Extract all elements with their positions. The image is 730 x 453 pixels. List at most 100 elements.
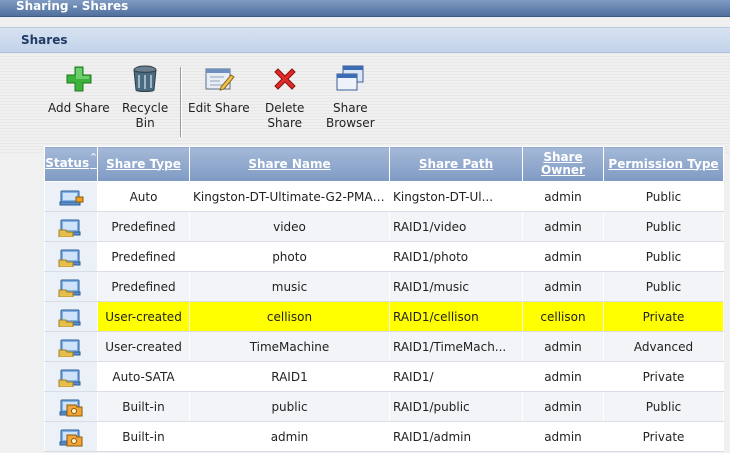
share-type-cell: Predefined bbox=[97, 271, 190, 302]
share-owner-cell: admin bbox=[522, 241, 604, 272]
permission-type-cell: Private bbox=[603, 301, 724, 332]
table-row[interactable]: Built-in public RAID1/public admin Public bbox=[44, 391, 724, 422]
share-browser-icon bbox=[336, 65, 364, 91]
table-row[interactable]: User-created TimeMachine RAID1/TimeMach...… bbox=[44, 331, 724, 362]
table-row[interactable]: Auto-SATA RAID1 RAID1/admin Private bbox=[44, 361, 724, 392]
share-owner-cell: admin bbox=[522, 421, 604, 452]
share-name-cell: Kingston-DT-Ultimate-G2-PMAP1 bbox=[189, 181, 390, 212]
share-path-cell: RAID1/video bbox=[389, 211, 523, 242]
share-type-cell: Built-in bbox=[97, 421, 190, 452]
share-type-cell: User-created bbox=[97, 301, 190, 332]
status-cell[interactable] bbox=[44, 421, 98, 452]
status-cell[interactable] bbox=[44, 241, 98, 272]
usb-share-icon bbox=[58, 187, 84, 207]
toolbar: Add Share Recycle Bin Edit Share Delete … bbox=[0, 53, 730, 153]
add-icon bbox=[66, 66, 92, 92]
share-type-cell: Predefined bbox=[97, 241, 190, 272]
share-browser-label-line2: Browser bbox=[326, 116, 375, 130]
status-cell[interactable] bbox=[44, 391, 98, 422]
permission-type-cell: Public bbox=[603, 271, 724, 302]
share-owner-cell: cellison bbox=[522, 301, 604, 332]
shares-table: Status^ Share Type Share Name Share Path… bbox=[44, 146, 724, 452]
recycle-bin-button[interactable]: Recycle Bin bbox=[122, 63, 168, 131]
section-title: Shares bbox=[0, 27, 730, 53]
folder-share-icon bbox=[58, 217, 84, 237]
edit-share-label: Edit Share bbox=[188, 101, 250, 115]
window-title: Sharing - Shares bbox=[0, 0, 730, 17]
share-type-cell: User-created bbox=[97, 331, 190, 362]
table-row[interactable]: Predefined photo RAID1/photo admin Public bbox=[44, 241, 724, 272]
sort-asc-icon: ^ bbox=[90, 152, 97, 161]
share-type-cell: Auto-SATA bbox=[97, 361, 190, 392]
share-name-cell: RAID1 bbox=[189, 361, 390, 392]
share-owner-cell: admin bbox=[522, 331, 604, 362]
permission-type-cell: Advanced bbox=[603, 331, 724, 362]
add-share-button[interactable]: Add Share bbox=[48, 63, 110, 116]
table-row[interactable]: Auto Kingston-DT-Ultimate-G2-PMAP1 Kingsto… bbox=[44, 181, 724, 212]
column-header-permission-type[interactable]: Permission Type bbox=[603, 146, 724, 182]
recycle-bin-label-line2: Bin bbox=[135, 116, 155, 130]
permission-type-cell: Public bbox=[603, 181, 724, 212]
permission-type-cell: Public bbox=[603, 211, 724, 242]
column-header-share-path[interactable]: Share Path bbox=[389, 146, 523, 182]
share-owner-cell: admin bbox=[522, 271, 604, 302]
delete-icon bbox=[274, 68, 296, 90]
status-cell[interactable] bbox=[44, 361, 98, 392]
edit-icon bbox=[205, 68, 235, 91]
share-path-cell: RAID1/cellison bbox=[389, 301, 523, 332]
column-header-share-owner[interactable]: Share Owner bbox=[522, 146, 604, 182]
add-share-label: Add Share bbox=[48, 101, 110, 115]
folder-share-icon bbox=[58, 367, 84, 387]
share-name-cell: photo bbox=[189, 241, 390, 272]
delete-share-button[interactable]: Delete Share bbox=[265, 63, 304, 131]
builtin-share-icon bbox=[58, 397, 84, 417]
table-row[interactable]: Built-in admin RAID1/admin admin Private bbox=[44, 421, 724, 452]
share-path-cell: RAID1/TimeMach... bbox=[389, 331, 523, 362]
status-cell[interactable] bbox=[44, 331, 98, 362]
permission-type-cell: Private bbox=[603, 421, 724, 452]
share-owner-cell: admin bbox=[522, 391, 604, 422]
delete-share-label-line2: Share bbox=[267, 116, 303, 130]
share-name-cell: admin bbox=[189, 421, 390, 452]
share-name-cell: public bbox=[189, 391, 390, 422]
share-path-cell: RAID1/admin bbox=[389, 421, 523, 452]
delete-share-label-line1: Delete bbox=[265, 101, 305, 115]
column-header-status[interactable]: Status^ bbox=[44, 146, 98, 182]
permission-type-cell: Public bbox=[603, 241, 724, 272]
share-path-cell: RAID1/photo bbox=[389, 241, 523, 272]
share-name-cell: cellison bbox=[189, 301, 390, 332]
table-row[interactable]: User-created cellison RAID1/cellison cellis… bbox=[44, 301, 724, 332]
status-cell[interactable] bbox=[44, 271, 98, 302]
share-owner-cell: admin bbox=[522, 181, 604, 212]
table-row[interactable]: Predefined video RAID1/video admin Public bbox=[44, 211, 724, 242]
folder-share-icon bbox=[58, 247, 84, 267]
status-cell[interactable] bbox=[44, 211, 98, 242]
folder-share-icon bbox=[58, 337, 84, 357]
share-path-cell: RAID1/ bbox=[389, 361, 523, 392]
folder-share-icon bbox=[58, 277, 84, 297]
share-type-cell: Auto bbox=[97, 181, 190, 212]
edit-share-button[interactable]: Edit Share bbox=[188, 63, 250, 116]
share-path-cell: RAID1/music bbox=[389, 271, 523, 302]
share-path-cell: RAID1/public bbox=[389, 391, 523, 422]
recycle-bin-label-line1: Recycle bbox=[122, 101, 169, 115]
share-name-cell: TimeMachine bbox=[189, 331, 390, 362]
column-header-share-type[interactable]: Share Type bbox=[97, 146, 190, 182]
share-name-cell: video bbox=[189, 211, 390, 242]
permission-type-cell: Private bbox=[603, 361, 724, 392]
status-cell[interactable] bbox=[44, 301, 98, 332]
share-owner-cell: admin bbox=[522, 211, 604, 242]
share-owner-cell: admin bbox=[522, 361, 604, 392]
folder-share-icon bbox=[58, 307, 84, 327]
share-name-cell: music bbox=[189, 271, 390, 302]
recycle-bin-icon bbox=[133, 65, 157, 92]
share-type-cell: Built-in bbox=[97, 391, 190, 422]
share-type-cell: Predefined bbox=[97, 211, 190, 242]
permission-type-cell: Public bbox=[603, 391, 724, 422]
status-cell[interactable] bbox=[44, 181, 98, 212]
share-browser-button[interactable]: Share Browser bbox=[326, 63, 375, 131]
share-path-cell: Kingston-DT-Ul... bbox=[389, 181, 523, 212]
toolbar-separator bbox=[180, 67, 182, 137]
table-row[interactable]: Predefined music RAID1/music admin Public bbox=[44, 271, 724, 302]
column-header-share-name[interactable]: Share Name bbox=[189, 146, 390, 182]
